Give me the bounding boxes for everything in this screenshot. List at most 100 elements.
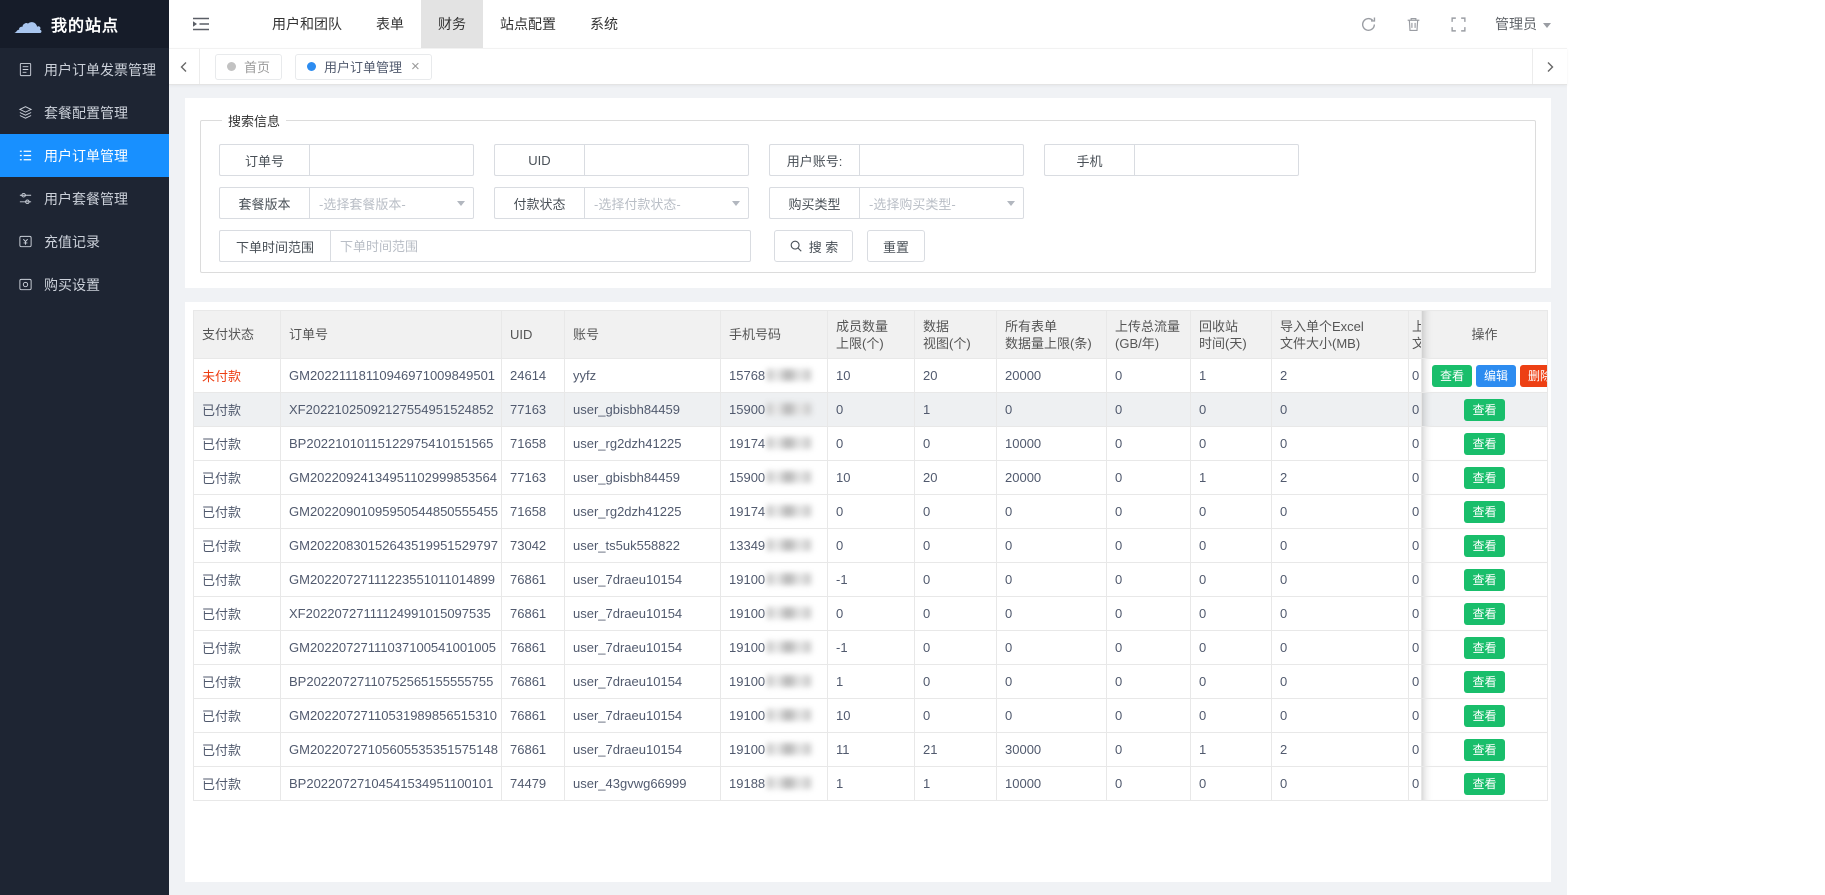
cell-recycle: 0	[1191, 665, 1272, 699]
payment-status-select[interactable]: -选择付款状态-	[584, 187, 749, 219]
page-tab[interactable]: 首页	[215, 54, 282, 80]
cell-members: 0	[828, 427, 915, 461]
cell-phone: 15768	[721, 359, 828, 393]
view-button[interactable]: 查看	[1464, 399, 1504, 421]
view-button[interactable]: 查看	[1464, 603, 1504, 625]
page-tab[interactable]: 用户订单管理 ×	[295, 54, 432, 80]
view-button[interactable]: 查看	[1464, 467, 1504, 489]
topnav-tab[interactable]: 表单	[359, 0, 421, 48]
cell-phone: 19174	[721, 427, 828, 461]
cell-status: 未付款	[194, 359, 281, 393]
view-button[interactable]: 查看	[1464, 569, 1504, 591]
cell-order: GM20220727111223551011014899	[281, 563, 502, 597]
sidebar-item[interactable]: 套餐配置管理	[0, 91, 169, 134]
cell-phone: 19100	[721, 733, 828, 767]
sidebar-item[interactable]: 用户套餐管理	[0, 177, 169, 220]
phone-input[interactable]	[1134, 144, 1299, 176]
cell-traffic: 0	[1107, 393, 1191, 427]
order-number-input[interactable]	[309, 144, 474, 176]
cell-members: 1	[828, 767, 915, 801]
cell-phone: 19188	[721, 767, 828, 801]
cell-views: 0	[915, 529, 997, 563]
phone-prefix: 15900	[729, 470, 765, 485]
admin-menu[interactable]: 管理员	[1495, 14, 1551, 34]
cell-phone: 13349	[721, 529, 828, 563]
invoice-icon	[17, 62, 33, 78]
sidebar-item[interactable]: 用户订单管理	[0, 134, 169, 177]
cell-forms: 0	[997, 563, 1107, 597]
phone-masked-digits	[767, 573, 811, 585]
cell-traffic: 0	[1107, 461, 1191, 495]
delete-button[interactable]: 删除	[1520, 365, 1547, 387]
phone-prefix: 19100	[729, 708, 765, 723]
user-account-input[interactable]	[859, 144, 1024, 176]
collapse-menu-icon[interactable]	[169, 0, 233, 48]
column-header-order: 订单号	[281, 311, 502, 359]
cell-clipped: 0	[1409, 597, 1422, 631]
topnav-tab[interactable]: 用户和团队	[255, 0, 359, 48]
view-button[interactable]: 查看	[1432, 365, 1472, 387]
table-header-row: 支付状态订单号UID账号手机号码成员数量上限(个)数据视图(个)所有表单数据量上…	[194, 311, 1548, 359]
cell-order: BP20221010115122975410151565	[281, 427, 502, 461]
cell-phone: 19100	[721, 631, 828, 665]
phone-prefix: 19188	[729, 776, 765, 791]
sidebar: ☁ 我的站点 用户订单发票管理套餐配置管理用户订单管理用户套餐管理充值记录购买设…	[0, 0, 169, 895]
trash-icon[interactable]	[1405, 16, 1422, 33]
uid-input[interactable]	[584, 144, 749, 176]
cell-phone: 19174	[721, 495, 828, 529]
column-header-status: 支付状态	[194, 311, 281, 359]
view-button[interactable]: 查看	[1464, 637, 1504, 659]
view-button[interactable]: 查看	[1464, 501, 1504, 523]
cell-traffic: 0	[1107, 631, 1191, 665]
refresh-icon[interactable]	[1360, 16, 1377, 33]
phone-prefix: 19174	[729, 436, 765, 451]
cell-clipped: 0	[1409, 359, 1422, 393]
purchase-type-field: 购买类型 -选择购买类型-	[769, 187, 1024, 219]
view-button[interactable]: 查看	[1464, 433, 1504, 455]
search-button[interactable]: 搜 索	[774, 230, 853, 262]
cell-ops: 查看	[1422, 631, 1548, 665]
cell-excel: 0	[1272, 393, 1409, 427]
cell-forms: 0	[997, 597, 1107, 631]
view-button[interactable]: 查看	[1464, 705, 1504, 727]
sidebar-menu: 用户订单发票管理套餐配置管理用户订单管理用户套餐管理充值记录购买设置	[0, 48, 169, 895]
order-list-icon	[17, 148, 33, 164]
view-button[interactable]: 查看	[1464, 535, 1504, 557]
cell-traffic: 0	[1107, 597, 1191, 631]
sidebar-item[interactable]: 充值记录	[0, 220, 169, 263]
close-icon[interactable]: ×	[411, 59, 420, 74]
view-button[interactable]: 查看	[1464, 671, 1504, 693]
topnav-tab[interactable]: 系统	[573, 0, 635, 48]
page-tabbar: 首页 用户订单管理 ×	[169, 48, 1567, 85]
cell-members: 11	[828, 733, 915, 767]
purchase-type-select[interactable]: -选择购买类型-	[859, 187, 1024, 219]
cell-clipped: 0	[1409, 665, 1422, 699]
cell-uid: 73042	[502, 529, 565, 563]
tabs-scroll-right-icon[interactable]	[1532, 49, 1567, 84]
view-button[interactable]: 查看	[1464, 739, 1504, 761]
reset-button[interactable]: 重置	[867, 230, 925, 262]
cell-order: BP20220727110752565155555755	[281, 665, 502, 699]
cell-clipped: 0	[1409, 733, 1422, 767]
topnav-tab[interactable]: 站点配置	[483, 0, 573, 48]
edit-button[interactable]: 编辑	[1476, 365, 1516, 387]
admin-label: 管理员	[1495, 14, 1537, 34]
tabs-scroll-left-icon[interactable]	[169, 49, 200, 84]
package-version-select[interactable]: -选择套餐版本-	[309, 187, 474, 219]
page-tab-label: 用户订单管理	[324, 57, 402, 76]
page-tab-label: 首页	[244, 57, 270, 76]
chevron-down-icon	[732, 201, 740, 206]
cell-uid: 76861	[502, 563, 565, 597]
sidebar-item[interactable]: 用户订单发票管理	[0, 48, 169, 91]
cell-views: 0	[915, 563, 997, 597]
cell-account: yyfz	[565, 359, 721, 393]
phone-field: 手机	[1044, 144, 1299, 176]
topnav-tab[interactable]: 财务	[421, 0, 483, 48]
cell-account: user_7draeu10154	[565, 665, 721, 699]
view-button[interactable]: 查看	[1464, 773, 1504, 795]
sidebar-item[interactable]: 购买设置	[0, 263, 169, 306]
fullscreen-icon[interactable]	[1450, 16, 1467, 33]
order-time-range-input[interactable]	[330, 230, 751, 262]
cell-views: 0	[915, 631, 997, 665]
cell-phone: 19100	[721, 597, 828, 631]
